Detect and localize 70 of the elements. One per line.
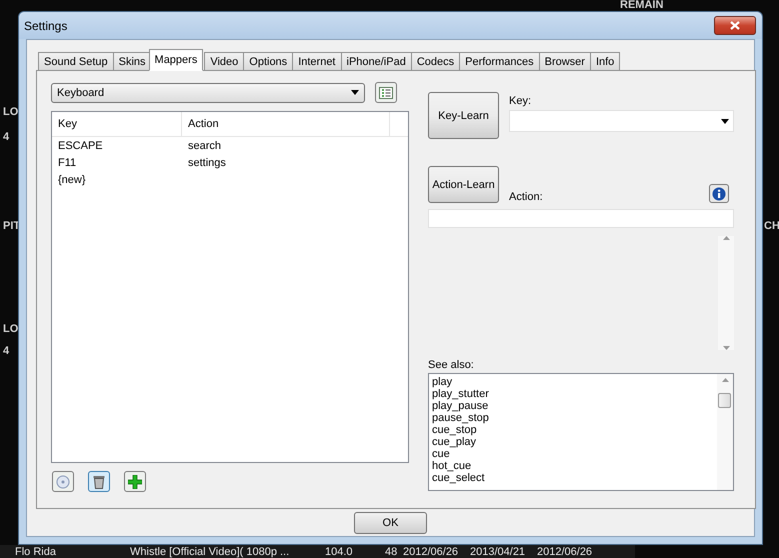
action-label: Action: xyxy=(509,191,543,203)
background-label: 4 xyxy=(3,345,10,357)
list-item[interactable]: play_pause xyxy=(432,400,717,412)
scrollbar[interactable] xyxy=(717,374,733,490)
tab[interactable]: Browser xyxy=(538,52,591,71)
close-icon xyxy=(730,21,740,30)
list-view-button[interactable] xyxy=(375,82,397,103)
scroll-up-icon[interactable] xyxy=(722,236,730,240)
close-button[interactable] xyxy=(714,16,756,35)
track-cell-text: 2012/06/26 xyxy=(537,546,594,558)
list-icon xyxy=(379,86,393,98)
key-label: Key: xyxy=(509,95,532,107)
delete-button[interactable] xyxy=(88,471,110,492)
column-header[interactable]: Key xyxy=(52,112,182,136)
list-item[interactable]: cue_play xyxy=(432,436,717,448)
list-item[interactable]: cue xyxy=(432,448,717,460)
disc-icon xyxy=(56,474,70,488)
tab[interactable]: iPhone/iPad xyxy=(340,52,412,71)
background-label: LO xyxy=(3,323,18,335)
track-cell-text: 48 xyxy=(385,546,398,558)
scroll-thumb[interactable] xyxy=(718,393,731,408)
track-cell-text: 104.0 xyxy=(325,546,354,558)
caret-icon xyxy=(351,90,359,95)
list-item[interactable]: cue_stop xyxy=(432,424,717,436)
track-cell-text: 2012/06/26 xyxy=(403,546,460,558)
tab[interactable]: Codecs xyxy=(410,52,460,71)
action-input-field[interactable] xyxy=(428,209,734,228)
list-item[interactable]: play_stutter xyxy=(432,388,717,400)
plus-icon xyxy=(128,474,142,488)
disc-button[interactable] xyxy=(52,471,74,492)
action-learn-button[interactable]: Action-Learn xyxy=(428,166,499,203)
tab[interactable]: Sound Setup xyxy=(38,52,114,71)
key-learn-button[interactable]: Key-Learn xyxy=(428,92,499,139)
ok-button[interactable]: OK xyxy=(354,512,427,534)
background-label: PIT xyxy=(3,220,20,232)
scroll-down-icon[interactable] xyxy=(722,346,730,350)
list-item[interactable]: cue_select xyxy=(432,472,717,484)
tab[interactable]: Options xyxy=(243,52,294,71)
scrollbar[interactable] xyxy=(718,236,734,350)
background-label: CH xyxy=(764,220,779,232)
list-item[interactable]: hot_cue xyxy=(432,460,717,472)
track-cell-text: Whistle [Official Video]( 1080p ... xyxy=(130,546,290,558)
list-cell[interactable]: F11 xyxy=(52,156,182,168)
scroll-up-icon[interactable] xyxy=(722,378,728,382)
list-item[interactable]: play xyxy=(432,376,717,388)
list-item[interactable]: pause_stop xyxy=(432,412,717,424)
info-icon xyxy=(712,186,726,200)
background-label: REMAIN xyxy=(620,0,664,11)
tab[interactable]: Video xyxy=(204,52,244,71)
info-button[interactable] xyxy=(709,184,729,203)
tab[interactable]: Skins xyxy=(112,52,152,71)
caret-icon xyxy=(721,118,729,124)
list-cell[interactable]: search xyxy=(182,140,390,152)
tab[interactable]: Info xyxy=(590,52,620,71)
tab[interactable]: Internet xyxy=(292,52,342,71)
track-cell-text: Flo Rida xyxy=(15,546,57,558)
trash-icon xyxy=(93,474,105,488)
add-button[interactable] xyxy=(124,471,146,492)
tab[interactable]: Performances xyxy=(459,52,540,71)
list-cell[interactable]: settings xyxy=(182,156,390,168)
background-label: LO xyxy=(3,106,18,118)
mapper-dropdown[interactable]: Keyboard xyxy=(51,82,365,102)
track-cell-text: 2013/04/21 xyxy=(470,546,526,558)
background-label: 4 xyxy=(3,131,10,143)
column-header[interactable]: Action xyxy=(182,112,390,136)
list-cell[interactable]: {new} xyxy=(52,174,182,186)
see-also-label: See also: xyxy=(428,359,475,371)
window-title: Settings xyxy=(24,18,68,32)
list-cell[interactable]: ESCAPE xyxy=(52,140,182,152)
tab[interactable]: Mappers xyxy=(148,49,204,71)
